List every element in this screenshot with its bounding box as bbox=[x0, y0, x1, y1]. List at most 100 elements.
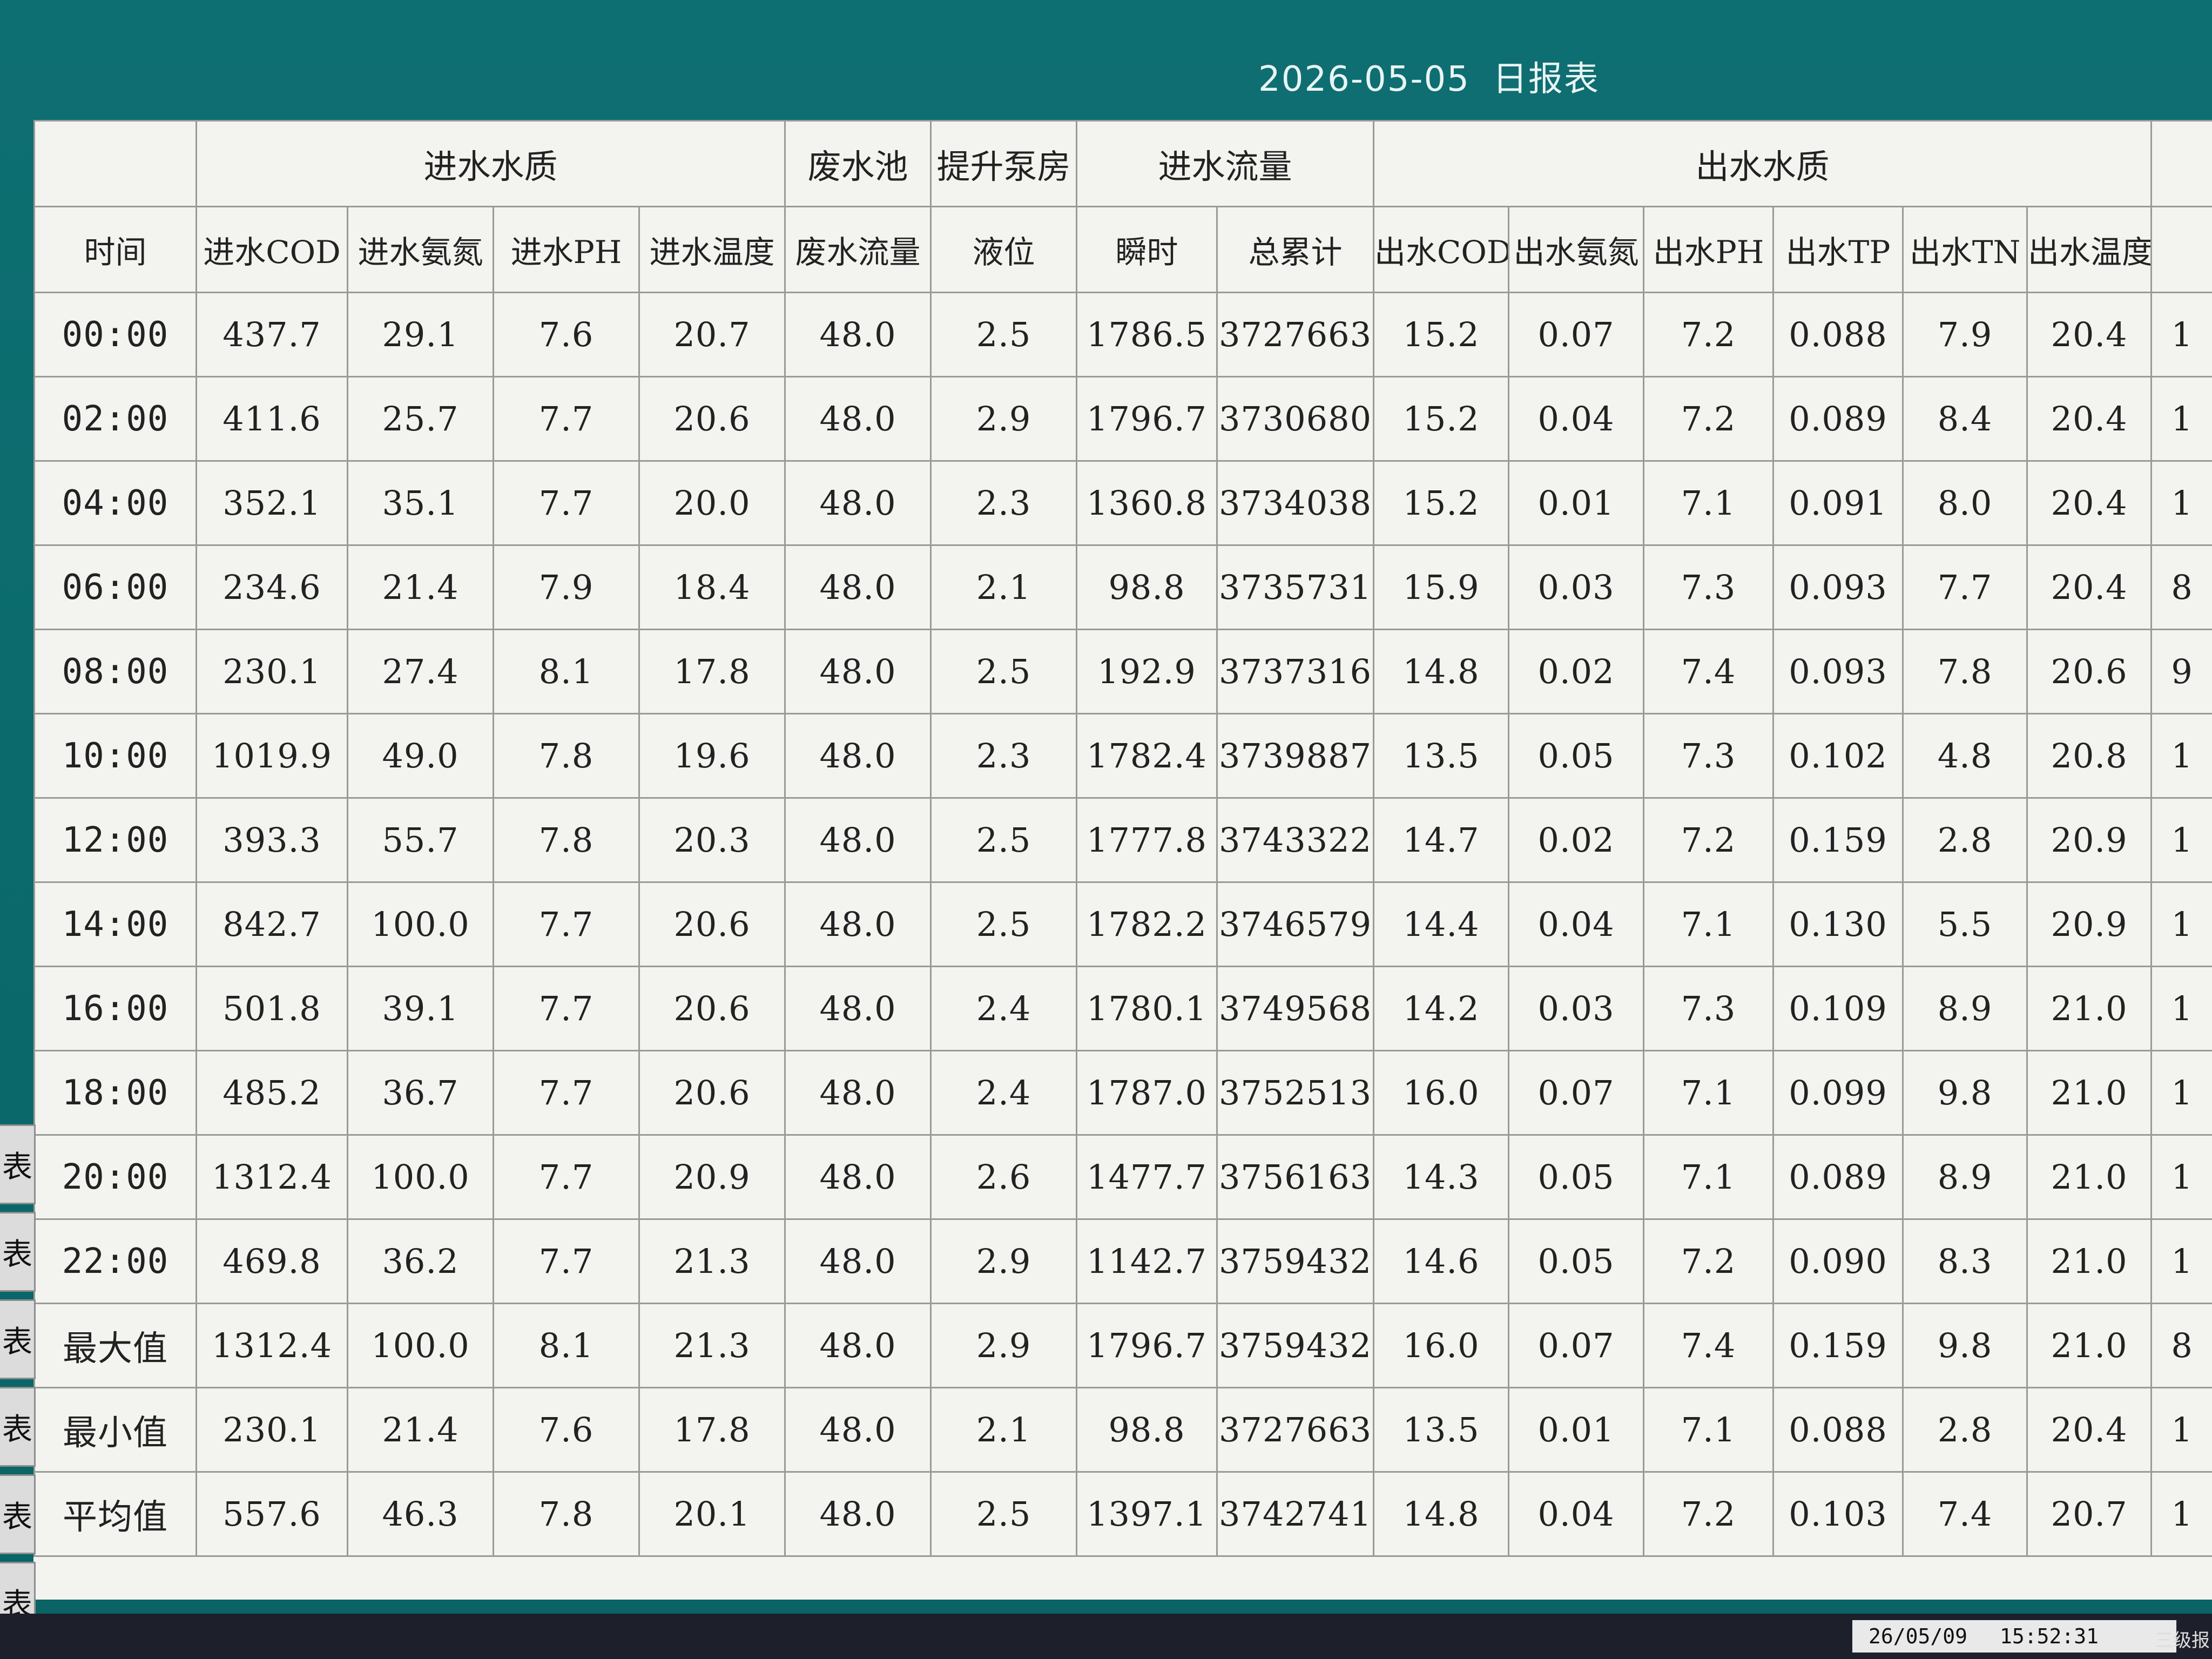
side-tab[interactable]: 表 bbox=[0, 1299, 36, 1379]
table-cell: 0.089 bbox=[1772, 376, 1904, 462]
table-cell: 7.8 bbox=[1902, 629, 2028, 714]
table-cell: 1 bbox=[2150, 1134, 2212, 1220]
row-label-cell: 10:00 bbox=[33, 713, 197, 799]
row-label-cell: 平均值 bbox=[33, 1471, 197, 1557]
table-cell: 21.0 bbox=[2026, 1050, 2153, 1136]
table-cell: 352.1 bbox=[195, 460, 348, 546]
table-cell: 7.7 bbox=[493, 966, 640, 1051]
table-cell: 21.0 bbox=[2026, 1218, 2153, 1304]
table-cell: 48.0 bbox=[784, 629, 932, 714]
table-cell: 0.093 bbox=[1772, 629, 1904, 714]
table-cell: 48.0 bbox=[784, 881, 932, 967]
taskbar-time: 15:52:31 bbox=[2000, 1624, 2099, 1648]
table-cell: 7.4 bbox=[1643, 629, 1775, 714]
table-cell: 2.5 bbox=[930, 797, 1078, 883]
table-row: 08:00 230.1 27.4 8.1 17.8 48.0 2.5 192.9 3737316… bbox=[33, 629, 2212, 714]
row-label-cell: 16:00 bbox=[33, 966, 197, 1051]
table-cell: 20.7 bbox=[638, 292, 786, 377]
table-cell: 0.091 bbox=[1772, 460, 1904, 546]
table-cell: 0.088 bbox=[1772, 1387, 1904, 1473]
table-cell: 1 bbox=[2150, 1218, 2212, 1304]
table-cell: 55.7 bbox=[347, 797, 494, 883]
table-cell: 2.1 bbox=[930, 544, 1078, 630]
table-row: 22:00 469.8 36.2 7.7 21.3 48.0 2.9 1142.7 375943… bbox=[33, 1218, 2212, 1304]
table-cell: 3739887 bbox=[1216, 713, 1375, 799]
table-cell: 1780.1 bbox=[1076, 966, 1218, 1051]
table-cell: 7.3 bbox=[1643, 713, 1775, 799]
taskbar-clock[interactable]: 26/05/09 15:52:31 bbox=[1852, 1620, 2176, 1653]
table-cell: 3735731 bbox=[1216, 544, 1375, 630]
table-cell: 3734038 bbox=[1216, 460, 1375, 546]
table-cell: 20.1 bbox=[638, 1471, 786, 1557]
table-cell: 14.8 bbox=[1373, 629, 1510, 714]
table-cell: 3749568 bbox=[1216, 966, 1375, 1051]
table-cell: 0.04 bbox=[1508, 1471, 1645, 1557]
table-cell: 20.4 bbox=[2026, 376, 2153, 462]
table-cell: 2.5 bbox=[930, 1471, 1078, 1557]
table-cell: 35.1 bbox=[347, 460, 494, 546]
table-cell: 842.7 bbox=[195, 881, 348, 967]
table-cell: 20.6 bbox=[2026, 629, 2153, 714]
table-cell: 7.6 bbox=[493, 1387, 640, 1473]
table-cell: 393.3 bbox=[195, 797, 348, 883]
report-title: 2026-05-05 日报表 bbox=[1258, 51, 1600, 101]
table-cell: 15.2 bbox=[1373, 376, 1510, 462]
table-cell: 0.130 bbox=[1772, 881, 1904, 967]
table-cell: 4.8 bbox=[1902, 713, 2028, 799]
table-cell: 1019.9 bbox=[195, 713, 348, 799]
table-cell: 14.6 bbox=[1373, 1218, 1510, 1304]
table-row: 00:00 437.7 29.1 7.6 20.7 48.0 2.5 1786.5 372766… bbox=[33, 292, 2212, 377]
table-cell: 48.0 bbox=[784, 460, 932, 546]
column-header bbox=[2150, 206, 2212, 293]
table-cell: 1786.5 bbox=[1076, 292, 1218, 377]
table-cell: 20.4 bbox=[2026, 292, 2153, 377]
table-cell: 21.3 bbox=[638, 1303, 786, 1388]
status-label: 三级报 bbox=[2155, 1630, 2210, 1651]
table-cell: 7.1 bbox=[1643, 881, 1775, 967]
column-header: 瞬时 bbox=[1076, 206, 1218, 293]
row-label-cell: 04:00 bbox=[33, 460, 197, 546]
table-cell: 19.6 bbox=[638, 713, 786, 799]
side-tab[interactable]: 表 bbox=[0, 1387, 36, 1467]
table-cell: 20.4 bbox=[2026, 1387, 2153, 1473]
table-cell: 0.03 bbox=[1508, 544, 1645, 630]
table-cell: 48.0 bbox=[784, 1303, 932, 1388]
table-cell: 7.3 bbox=[1643, 966, 1775, 1051]
table-cell: 7.3 bbox=[1643, 544, 1775, 630]
header-group-cell: 出水水质 bbox=[1373, 120, 2153, 207]
table-cell: 7.2 bbox=[1643, 1218, 1775, 1304]
table-cell: 8 bbox=[2150, 544, 2212, 630]
column-header: 时间 bbox=[33, 206, 197, 293]
table-cell: 16.0 bbox=[1373, 1050, 1510, 1136]
table-cell: 20.9 bbox=[2026, 797, 2153, 883]
table-cell: 15.2 bbox=[1373, 460, 1510, 546]
table-cell: 48.0 bbox=[784, 797, 932, 883]
daily-report-sheet: 进水水质 废水池 提升泵房 进水流量 出水水质 时间 进水COD 进水氨氮 进水PH 进水温度废… bbox=[33, 120, 2212, 1600]
row-label-cell: 02:00 bbox=[33, 376, 197, 462]
table-cell: 48.0 bbox=[784, 1471, 932, 1557]
table-cell: 2.5 bbox=[930, 292, 1078, 377]
table-cell: 7.1 bbox=[1643, 1050, 1775, 1136]
row-label-cell: 22:00 bbox=[33, 1218, 197, 1304]
table-cell: 192.9 bbox=[1076, 629, 1218, 714]
row-label-cell: 20:00 bbox=[33, 1134, 197, 1220]
table-cell: 7.7 bbox=[493, 376, 640, 462]
table-cell: 8.1 bbox=[493, 1303, 640, 1388]
column-header: 出水COD bbox=[1373, 206, 1510, 293]
side-tab[interactable]: 表 bbox=[0, 1474, 36, 1554]
table-cell: 3759432 bbox=[1216, 1218, 1375, 1304]
table-cell: 7.7 bbox=[493, 1218, 640, 1304]
table-cell: 2.8 bbox=[1902, 1387, 2028, 1473]
table-cell: 0.04 bbox=[1508, 376, 1645, 462]
side-tab[interactable]: 表 bbox=[0, 1124, 36, 1204]
table-row: 04:00 352.1 35.1 7.7 20.0 48.0 2.3 1360.8 373403… bbox=[33, 460, 2212, 546]
table-cell: 1312.4 bbox=[195, 1303, 348, 1388]
table-cell: 3743322 bbox=[1216, 797, 1375, 883]
table-cell: 17.8 bbox=[638, 1387, 786, 1473]
side-tab[interactable]: 表 bbox=[0, 1212, 36, 1292]
row-label-cell: 06:00 bbox=[33, 544, 197, 630]
table-cell: 0.02 bbox=[1508, 797, 1645, 883]
table-cell: 0.089 bbox=[1772, 1134, 1904, 1220]
table-cell: 48.0 bbox=[784, 544, 932, 630]
table-cell: 0.04 bbox=[1508, 881, 1645, 967]
